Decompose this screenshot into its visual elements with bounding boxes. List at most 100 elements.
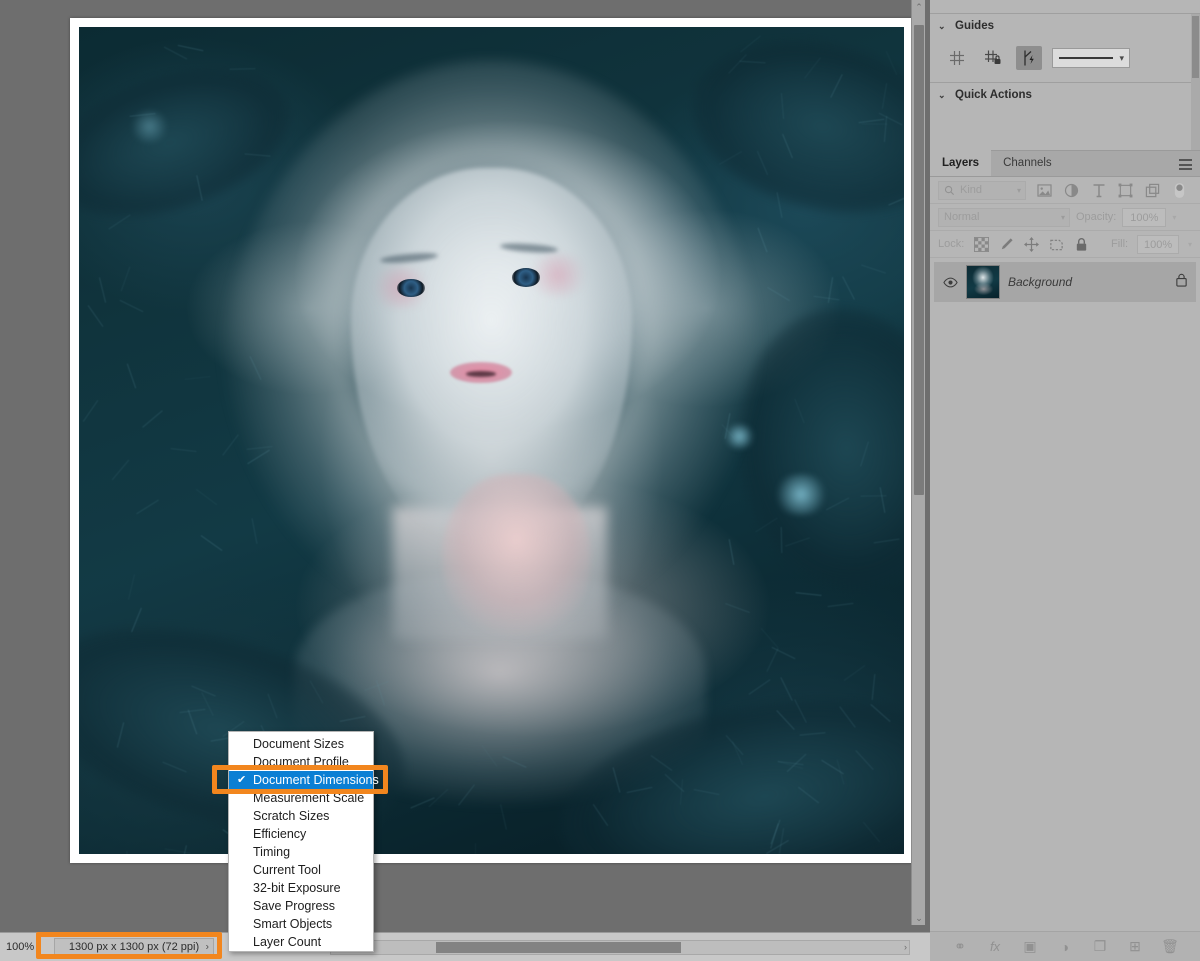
canvas-vertical-scrollbar[interactable]: ⌃ ⌄: [911, 0, 925, 925]
quick-actions-section-header[interactable]: ⌄ Quick Actions: [930, 83, 1200, 107]
canvas-workspace[interactable]: ⌃ ⌄ 100% 1300 px x 1300 px (72 ppi) › › …: [0, 0, 930, 961]
context-menu-item-document-profile[interactable]: Document Profile: [229, 753, 373, 771]
opacity-label: Opacity:: [1076, 211, 1116, 223]
opacity-stepper-icon[interactable]: ▾: [1172, 213, 1176, 222]
document-canvas-frame: [70, 18, 913, 863]
subject-hands: [442, 474, 591, 639]
layer-row[interactable]: Background: [934, 262, 1196, 302]
tab-channels[interactable]: Channels: [991, 150, 1064, 176]
layer-list: Background: [930, 258, 1200, 302]
fill-value-field[interactable]: 100%: [1137, 235, 1179, 254]
lock-all-icon[interactable]: [1074, 236, 1090, 253]
lock-icon[interactable]: [1175, 273, 1188, 292]
lock-image-pixels-icon[interactable]: [998, 236, 1014, 253]
context-menu-item-layer-count[interactable]: Layer Count: [229, 933, 373, 951]
hamburger-icon[interactable]: [1179, 159, 1192, 170]
panel-top-strip: [930, 0, 1200, 14]
status-bar-context-menu[interactable]: Document Sizes Document Profile✔Document …: [228, 731, 374, 952]
lock-artboard-icon[interactable]: [1049, 236, 1065, 253]
context-menu-item-label: Smart Objects: [253, 917, 332, 931]
add-layer-mask-icon[interactable]: ▣: [1021, 938, 1039, 956]
context-menu-item-measurement-scale[interactable]: Measurement Scale: [229, 789, 373, 807]
context-menu-item-efficiency[interactable]: Efficiency: [229, 825, 373, 843]
filter-smartobject-icon[interactable]: [1144, 182, 1161, 199]
vertical-scrollbar-thumb[interactable]: [914, 25, 924, 495]
properties-panel-scrollbar[interactable]: [1191, 14, 1200, 150]
filter-type-icon[interactable]: [1090, 182, 1107, 199]
horizontal-scrollbar-thumb[interactable]: [436, 942, 681, 953]
chevron-down-icon[interactable]: ⌄: [938, 21, 947, 32]
context-menu-item-document-dimensions[interactable]: ✔Document Dimensions: [229, 771, 373, 789]
context-menu-item-label: Current Tool: [253, 863, 321, 877]
scroll-right-arrow-icon[interactable]: ›: [904, 941, 907, 954]
chevron-down-icon[interactable]: ▾: [1119, 53, 1124, 64]
chevron-down-icon[interactable]: ▾: [1061, 213, 1065, 222]
context-menu-item-label: Efficiency: [253, 827, 306, 841]
layers-panel-tabs: LayersChannels: [930, 151, 1200, 177]
document-info-field[interactable]: 1300 px x 1300 px (72 ppi) ›: [54, 938, 214, 957]
link-layers-icon[interactable]: ⚭: [951, 938, 969, 956]
lock-label: Lock:: [938, 238, 964, 250]
context-menu-item-scratch-sizes[interactable]: Scratch Sizes: [229, 807, 373, 825]
context-menu-item-label: Document Dimensions: [253, 773, 379, 787]
properties-guides-section: ⌄ Guides: [930, 14, 1200, 83]
layers-filter-row: Kind ▾: [930, 177, 1200, 204]
scroll-down-arrow-icon[interactable]: ⌄: [912, 911, 926, 925]
new-group-icon[interactable]: ❐: [1091, 938, 1109, 956]
layer-thumbnail[interactable]: [966, 265, 1000, 299]
zoom-level-field[interactable]: 100%: [0, 941, 52, 953]
layer-filter-icons: [1036, 182, 1188, 199]
chevron-down-icon[interactable]: ▾: [1017, 186, 1021, 195]
lock-transparent-pixels-icon[interactable]: [973, 236, 989, 253]
layer-kind-value: Kind: [960, 184, 982, 196]
blend-mode-value: Normal: [944, 211, 979, 223]
layer-style-fx-icon[interactable]: fx: [986, 938, 1004, 956]
guides-controls-row: ▾: [930, 38, 1200, 82]
tab-layers[interactable]: Layers: [930, 150, 991, 176]
blend-mode-row: Normal ▾ Opacity: 100% ▾: [930, 204, 1200, 231]
document-info-text: 1300 px x 1300 px (72 ppi): [69, 941, 199, 953]
guides-show-icon[interactable]: [944, 46, 970, 70]
context-menu-item-smart-objects[interactable]: Smart Objects: [229, 915, 373, 933]
context-menu-item-timing[interactable]: Timing: [229, 843, 373, 861]
context-menu-item-32-bit-exposure[interactable]: 32-bit Exposure: [229, 879, 373, 897]
properties-scrollbar-thumb[interactable]: [1192, 16, 1199, 78]
guides-lock-icon[interactable]: [980, 46, 1006, 70]
context-menu-item-label: Layer Count: [253, 935, 321, 949]
delete-layer-icon[interactable]: 🗑: [1161, 938, 1179, 956]
blend-mode-select[interactable]: Normal ▾: [938, 208, 1070, 227]
context-menu-item-label: Measurement Scale: [253, 791, 364, 805]
fill-stepper-icon[interactable]: ▾: [1188, 240, 1192, 249]
context-menu-item-current-tool[interactable]: Current Tool: [229, 861, 373, 879]
context-menu-item-label: 32-bit Exposure: [253, 881, 341, 895]
right-panel-column: ⌄ Guides: [930, 0, 1200, 961]
filter-adjustment-icon[interactable]: [1063, 182, 1080, 199]
eye-icon[interactable]: [942, 277, 958, 288]
opacity-value-field[interactable]: 100%: [1122, 208, 1166, 227]
scroll-up-arrow-icon[interactable]: ⌃: [912, 0, 926, 14]
guides-smart-icon[interactable]: [1016, 46, 1042, 70]
context-menu-item-label: Save Progress: [253, 899, 335, 913]
chevron-right-icon[interactable]: ›: [206, 942, 209, 953]
context-menu-item-label: Document Sizes: [253, 737, 344, 751]
quick-actions-body: [930, 107, 1200, 155]
layers-panel: LayersChannels Kind ▾: [930, 150, 1200, 961]
chevron-down-icon[interactable]: ⌄: [938, 90, 947, 101]
new-adjustment-layer-icon[interactable]: ◑: [1056, 938, 1074, 956]
filter-shape-icon[interactable]: [1117, 182, 1134, 199]
context-menu-item-document-sizes[interactable]: Document Sizes: [229, 735, 373, 753]
pine-needle: [475, 843, 476, 854]
lock-position-icon[interactable]: [1024, 236, 1040, 253]
layer-kind-filter[interactable]: Kind ▾: [938, 181, 1026, 200]
document-image[interactable]: [79, 27, 904, 854]
guide-line-style-select[interactable]: ▾: [1052, 48, 1130, 68]
new-layer-icon[interactable]: ⊞: [1126, 938, 1144, 956]
filter-toggle-icon[interactable]: [1171, 182, 1188, 199]
search-icon: [944, 185, 955, 196]
context-menu-item-label: Timing: [253, 845, 290, 859]
context-menu-item-save-progress[interactable]: Save Progress: [229, 897, 373, 915]
filter-pixel-icon[interactable]: [1036, 182, 1053, 199]
canvas-horizontal-scrollbar[interactable]: ›: [330, 940, 910, 955]
guides-section-header[interactable]: ⌄ Guides: [930, 14, 1200, 38]
properties-quick-actions-section: ⌄ Quick Actions: [930, 83, 1200, 156]
